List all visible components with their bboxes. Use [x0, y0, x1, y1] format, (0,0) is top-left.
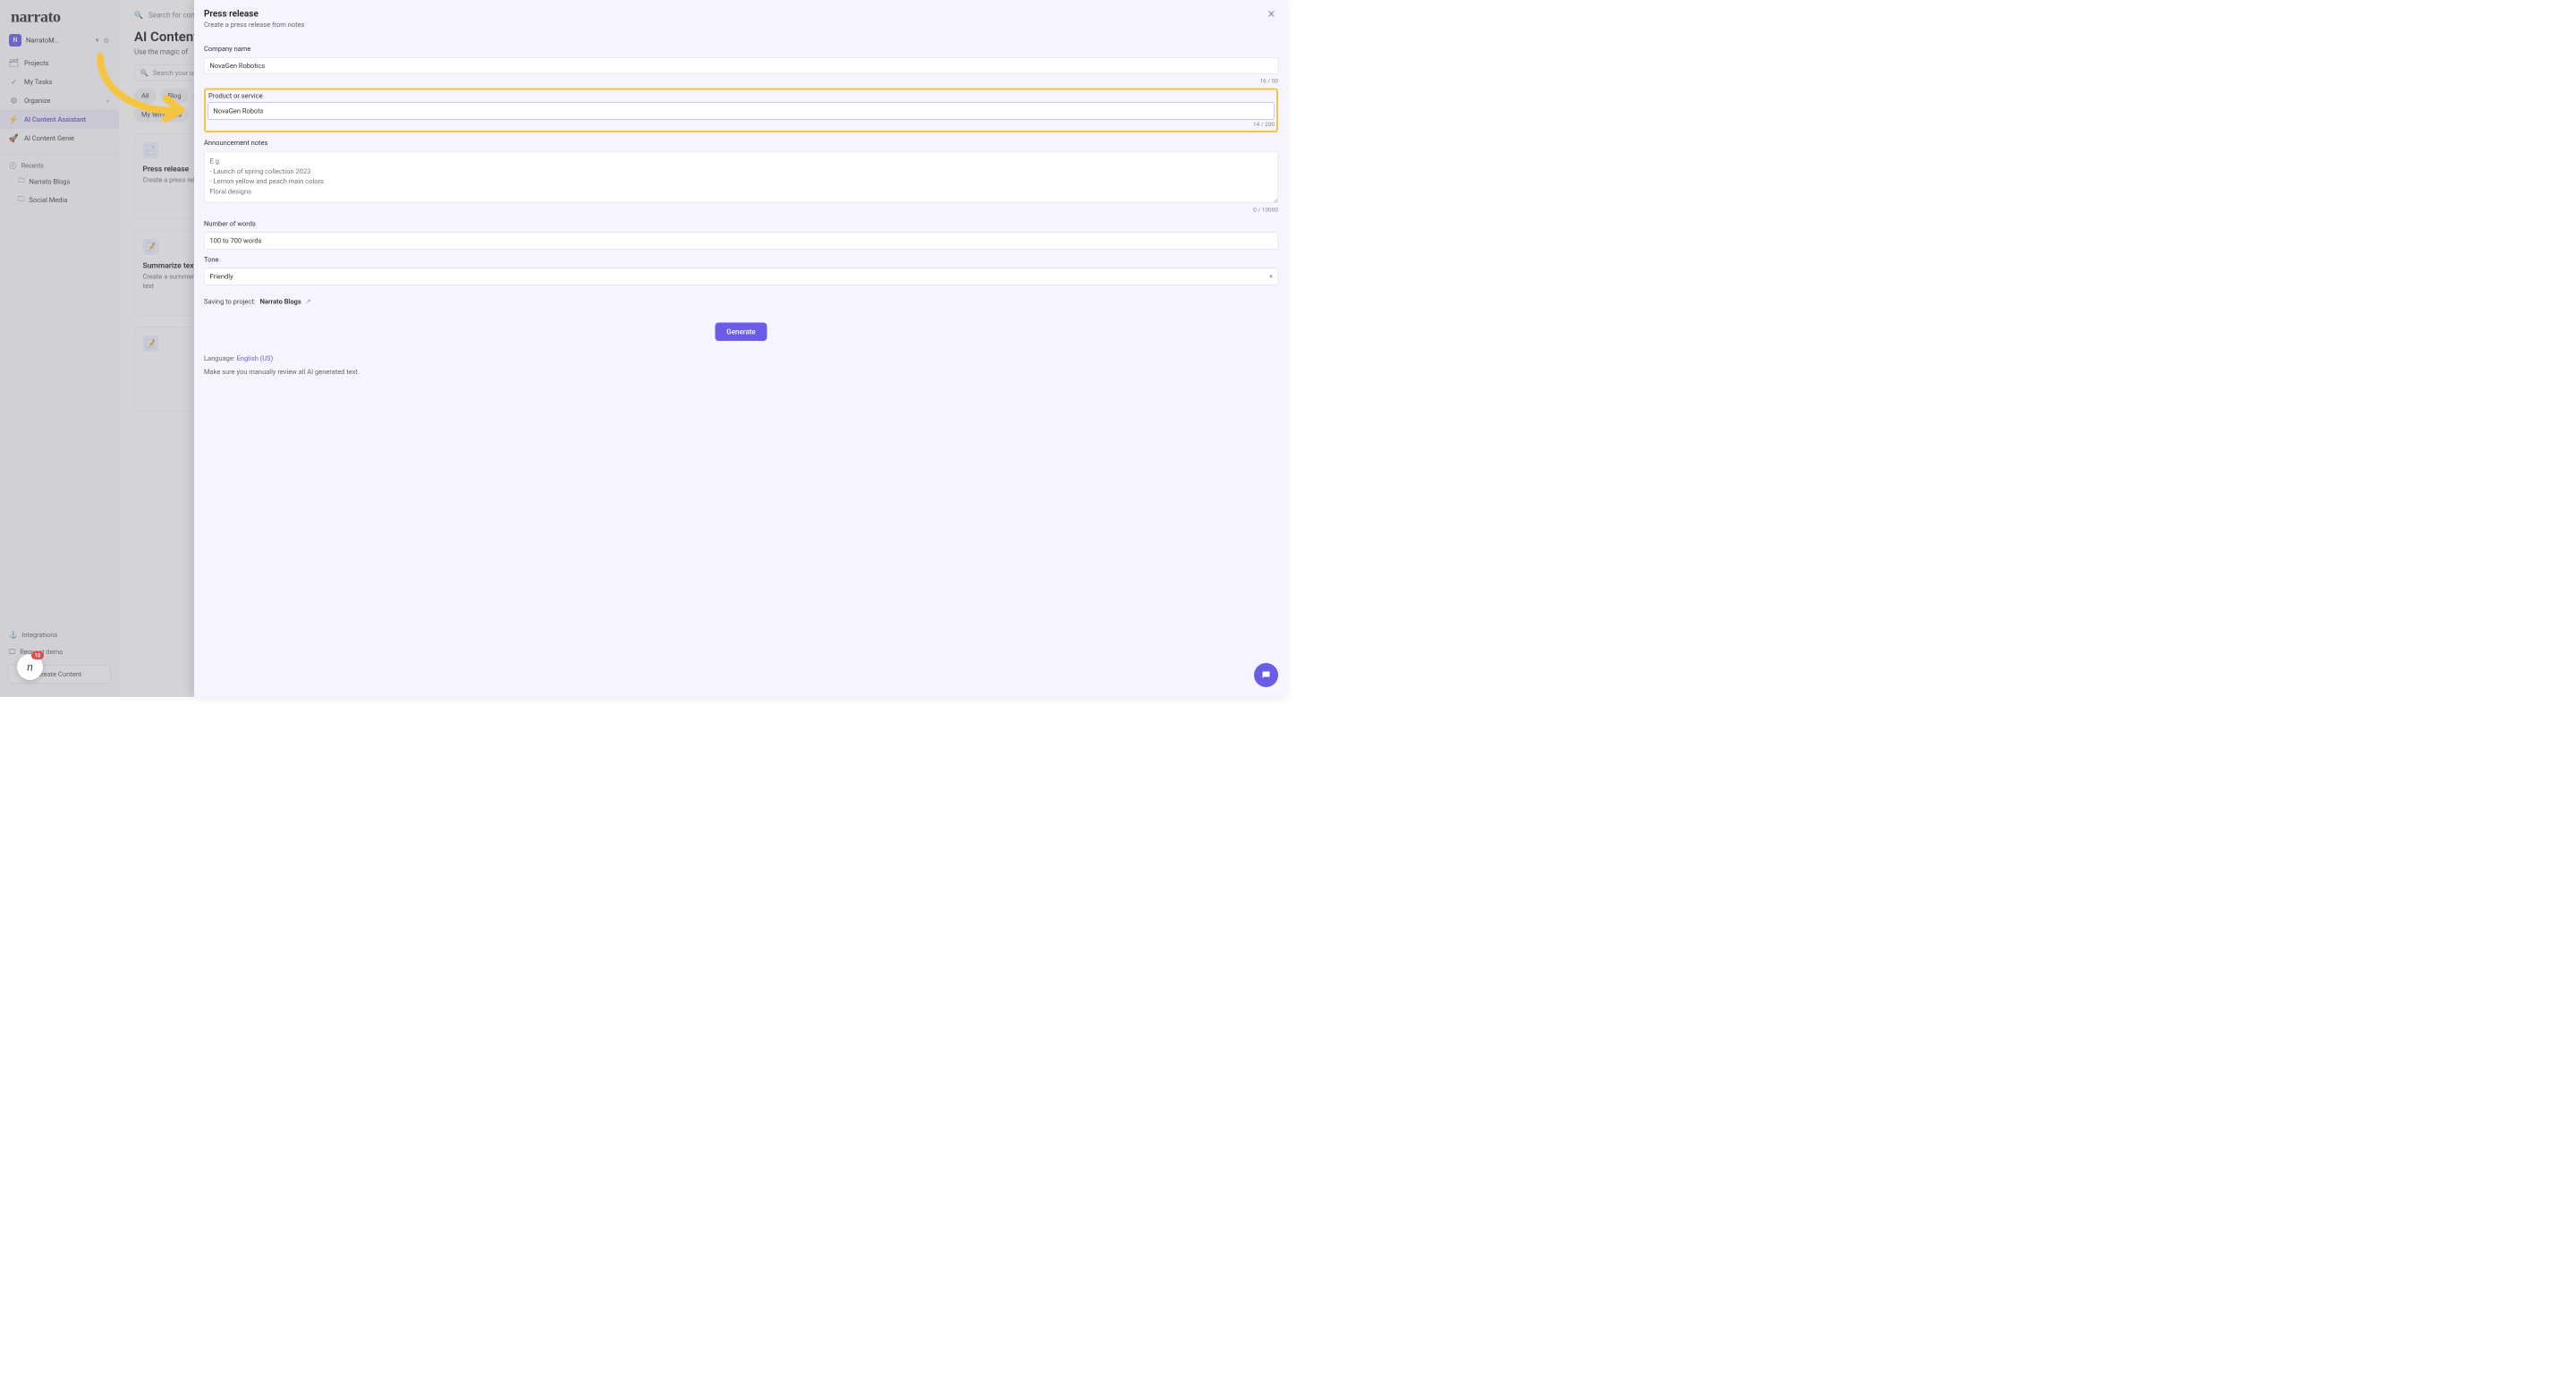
search-icon: 🔍	[140, 69, 148, 77]
words-input[interactable]	[204, 233, 1278, 250]
modal-title: Press release	[204, 8, 1265, 19]
company-name-label: Company name	[204, 45, 1278, 53]
press-release-panel: Press release Create a press release fro…	[194, 0, 1288, 697]
external-link-icon[interactable]: ↗	[306, 298, 311, 305]
sidebar-item-label: AI Content Genie	[24, 134, 74, 142]
divider	[0, 154, 119, 155]
gear-icon[interactable]: ⚙	[103, 36, 109, 45]
product-highlight: Product or service 14 / 200	[204, 89, 1278, 133]
label: Integrations	[21, 631, 57, 639]
label: Create Content	[37, 670, 81, 678]
monitor-icon: 🖵	[9, 648, 15, 656]
label: Recents	[21, 163, 44, 170]
notes-label: Announcement notes	[204, 139, 1278, 147]
line: text	[143, 282, 155, 290]
folder-icon: 🗀	[18, 194, 25, 206]
search-icon: 🔍	[134, 11, 143, 20]
language-link[interactable]: English (US)	[237, 354, 274, 362]
chip-my-templates[interactable]: My templates	[134, 107, 189, 123]
chevron-down-icon: ▾	[96, 37, 99, 44]
words-label: Number of words	[204, 220, 1278, 228]
chevron-down-icon: ▾	[1269, 273, 1272, 280]
notes-counter: 0 / 10000	[204, 207, 1278, 214]
workspace-switcher[interactable]: N NarratoM... ▾ ⚙	[0, 30, 119, 54]
recent-label: Narrato Blogs	[30, 177, 71, 185]
review-note: Make sure you manually review all AI gen…	[204, 368, 1278, 376]
sidebar-item-my-tasks[interactable]: ✓ My Tasks	[0, 72, 119, 91]
sidebar-item-label: Projects	[24, 59, 49, 67]
sidebar-item-ai-genie[interactable]: 🚀 AI Content Genie	[0, 129, 119, 148]
document-icon: 📄	[143, 142, 159, 158]
sparkle-icon: ⚡	[9, 115, 19, 124]
recents-heading: 🕘 Recents	[0, 158, 119, 173]
sidebar-item-projects[interactable]: 🗂 Projects	[0, 54, 119, 72]
note-icon: 📝	[143, 239, 159, 255]
saving-project-row: Saving to project: Narrato Blogs ↗	[204, 298, 1278, 306]
help-fab[interactable]: 10 n	[17, 654, 43, 680]
tone-select[interactable]: Friendly ▾	[204, 268, 1278, 285]
product-label: Product or service	[208, 92, 1275, 100]
sidebar-item-ai-assistant[interactable]: ⚡ AI Content Assistant	[0, 110, 119, 129]
chat-icon	[1261, 670, 1272, 681]
workspace-badge: N	[9, 34, 21, 47]
check-icon: ✓	[9, 77, 19, 87]
notification-badge: 10	[31, 651, 44, 659]
label: Saving to project:	[204, 298, 256, 306]
chip-all[interactable]: All	[134, 89, 157, 104]
sidebar-item-label: My Tasks	[24, 78, 53, 86]
generate-button[interactable]: Generate	[715, 323, 767, 342]
product-counter: 14 / 200	[208, 122, 1275, 129]
recent-item[interactable]: 🗀 Narrato Blogs	[0, 173, 119, 191]
notes-textarea[interactable]	[204, 151, 1278, 203]
briefcase-icon: 🗂	[9, 58, 19, 68]
sidebar-item-label: AI Content Assistant	[24, 115, 86, 123]
language-row: Language: English (US)	[204, 354, 1278, 362]
chip-blog[interactable]: Blog	[161, 89, 189, 104]
folder-icon: 🗀	[18, 176, 25, 188]
label: Language:	[204, 354, 235, 362]
anchor-icon: ⚓	[9, 631, 17, 639]
tone-value: Friendly	[210, 273, 233, 281]
tone-label: Tone	[204, 256, 1278, 264]
product-input[interactable]	[208, 103, 1275, 120]
rocket-icon: 🚀	[9, 133, 19, 143]
close-icon[interactable]: ✕	[1265, 8, 1278, 21]
chat-fab[interactable]	[1254, 663, 1278, 687]
note-icon: 📝	[143, 336, 159, 352]
line: Create a summary	[143, 273, 198, 281]
chevron-right-icon: ▸	[106, 98, 109, 104]
placeholder: Search your us	[153, 69, 197, 77]
sidebar-item-label: Organize	[24, 97, 51, 105]
sidebar-integrations[interactable]: ⚓ Integrations	[0, 626, 119, 643]
company-name-counter: 16 / 50	[204, 78, 1278, 85]
recent-label: Social Media	[30, 196, 68, 204]
recent-item[interactable]: 🗀 Social Media	[0, 191, 119, 209]
modal-subtitle: Create a press release from notes	[204, 21, 1265, 29]
clock-icon: 🕘	[9, 163, 17, 170]
sidebar: narrato N NarratoM... ▾ ⚙ 🗂 Projects ✓ M…	[0, 0, 119, 697]
logo: narrato	[0, 0, 119, 30]
workspace-name: NarratoM...	[26, 37, 91, 45]
company-name-input[interactable]	[204, 57, 1278, 74]
sliders-icon: ⚙	[9, 96, 19, 106]
sidebar-item-organize[interactable]: ⚙ Organize ▸	[0, 91, 119, 110]
nav-primary: 🗂 Projects ✓ My Tasks ⚙ Organize ▸ ⚡ AI …	[0, 54, 119, 150]
project-name[interactable]: Narrato Blogs	[260, 298, 301, 306]
